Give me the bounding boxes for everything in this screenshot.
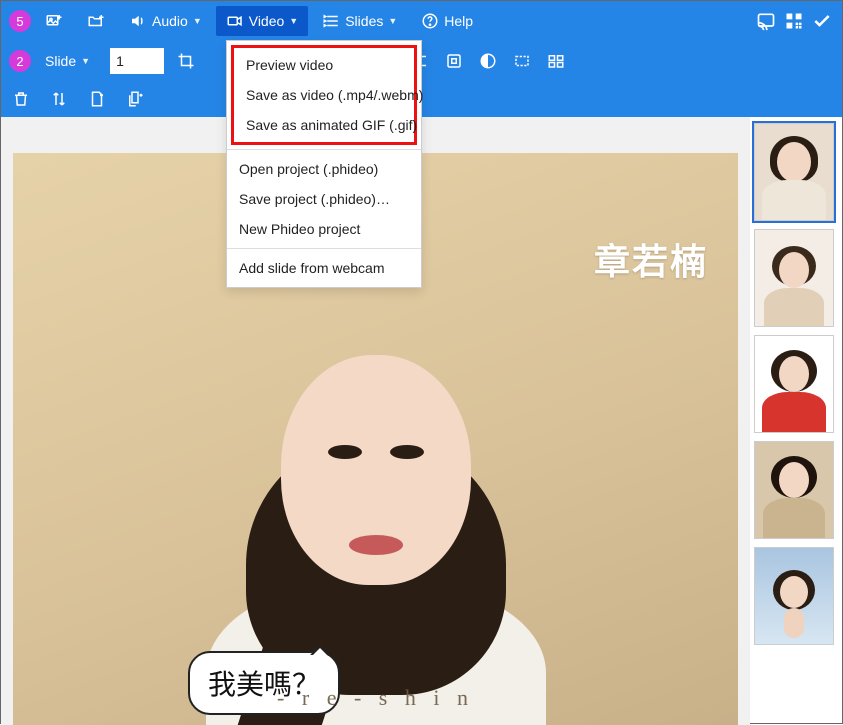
- slide-number-input[interactable]: [110, 48, 164, 74]
- menu-separator: [227, 149, 421, 150]
- menu-save-video[interactable]: Save as video (.mp4/.webm): [234, 80, 414, 110]
- cast-icon: [756, 11, 776, 31]
- top-toolbar: 5 Audio ▼ Video ▼ Slides ▼ Help: [1, 1, 842, 41]
- reorder-button[interactable]: [47, 87, 71, 111]
- updown-arrows-icon: [50, 90, 68, 108]
- menu-save-gif[interactable]: Save as animated GIF (.gif): [234, 110, 414, 140]
- add-folder-button[interactable]: [77, 6, 115, 36]
- slides-icon: [322, 12, 340, 30]
- pages-plus-icon: [126, 90, 144, 108]
- help-button[interactable]: Help: [411, 6, 483, 36]
- check-icon: [812, 11, 832, 31]
- qr-icon: [784, 11, 804, 31]
- crop-icon: [177, 52, 195, 70]
- menu-save-project[interactable]: Save project (.phideo)…: [227, 184, 421, 214]
- video-menu-button[interactable]: Video ▼: [216, 6, 308, 36]
- audio-label: Audio: [152, 13, 188, 29]
- thumbnail-4[interactable]: [754, 441, 834, 539]
- highlighted-menu-group: Preview video Save as video (.mp4/.webm)…: [231, 45, 417, 145]
- shape-icon: [445, 52, 463, 70]
- thumbnail-panel: [750, 117, 842, 725]
- duplicate-page-button[interactable]: [123, 87, 147, 111]
- grid-icon: [547, 52, 565, 70]
- menu-new-project[interactable]: New Phideo project: [227, 214, 421, 244]
- filter-button[interactable]: [476, 49, 500, 73]
- title-overlay-text[interactable]: 章若楠: [594, 233, 708, 285]
- grid-button[interactable]: [544, 49, 568, 73]
- new-page-button[interactable]: [85, 87, 109, 111]
- caret-down-icon: ▼: [193, 16, 202, 26]
- video-icon: [226, 12, 244, 30]
- cast-button[interactable]: [754, 9, 778, 33]
- thumbnail-5[interactable]: [754, 547, 834, 645]
- menu-add-webcam[interactable]: Add slide from webcam: [227, 253, 421, 283]
- shape-button[interactable]: [442, 49, 466, 73]
- caret-down-icon: ▼: [289, 16, 298, 26]
- menu-separator: [227, 248, 421, 249]
- done-button[interactable]: [810, 9, 834, 33]
- help-icon: [421, 12, 439, 30]
- filter-icon: [479, 52, 497, 70]
- effects-icon: [513, 52, 531, 70]
- folder-plus-icon: [87, 12, 105, 30]
- thumbnail-2[interactable]: [754, 229, 834, 327]
- delete-button[interactable]: [9, 87, 33, 111]
- thumbnail-3[interactable]: [754, 335, 834, 433]
- caret-down-icon: ▼: [388, 16, 397, 26]
- qr-button[interactable]: [782, 9, 806, 33]
- slide-count-badge: 2: [9, 50, 31, 72]
- menu-preview-video[interactable]: Preview video: [234, 50, 414, 80]
- help-label: Help: [444, 13, 473, 29]
- slides-menu-button[interactable]: Slides ▼: [312, 6, 407, 36]
- video-label: Video: [249, 13, 285, 29]
- crop-button[interactable]: [174, 49, 198, 73]
- caret-down-icon: ▼: [81, 56, 90, 66]
- audio-menu-button[interactable]: Audio ▼: [119, 6, 212, 36]
- image-plus-icon: [45, 12, 63, 30]
- project-count-badge: 5: [9, 10, 31, 32]
- trash-icon: [12, 90, 30, 108]
- effects-button[interactable]: [510, 49, 534, 73]
- add-image-button[interactable]: [35, 6, 73, 36]
- menu-open-project[interactable]: Open project (.phideo): [227, 154, 421, 184]
- slides-label: Slides: [345, 13, 383, 29]
- video-dropdown-menu: Preview video Save as video (.mp4/.webm)…: [226, 40, 422, 288]
- signature-text: - r e - s h i n: [277, 685, 474, 711]
- audio-icon: [129, 12, 147, 30]
- page-plus-icon: [88, 90, 106, 108]
- slide-dropdown[interactable]: Slide ▼: [41, 47, 100, 75]
- slide-label: Slide: [45, 53, 76, 69]
- thumbnail-1[interactable]: [754, 123, 834, 221]
